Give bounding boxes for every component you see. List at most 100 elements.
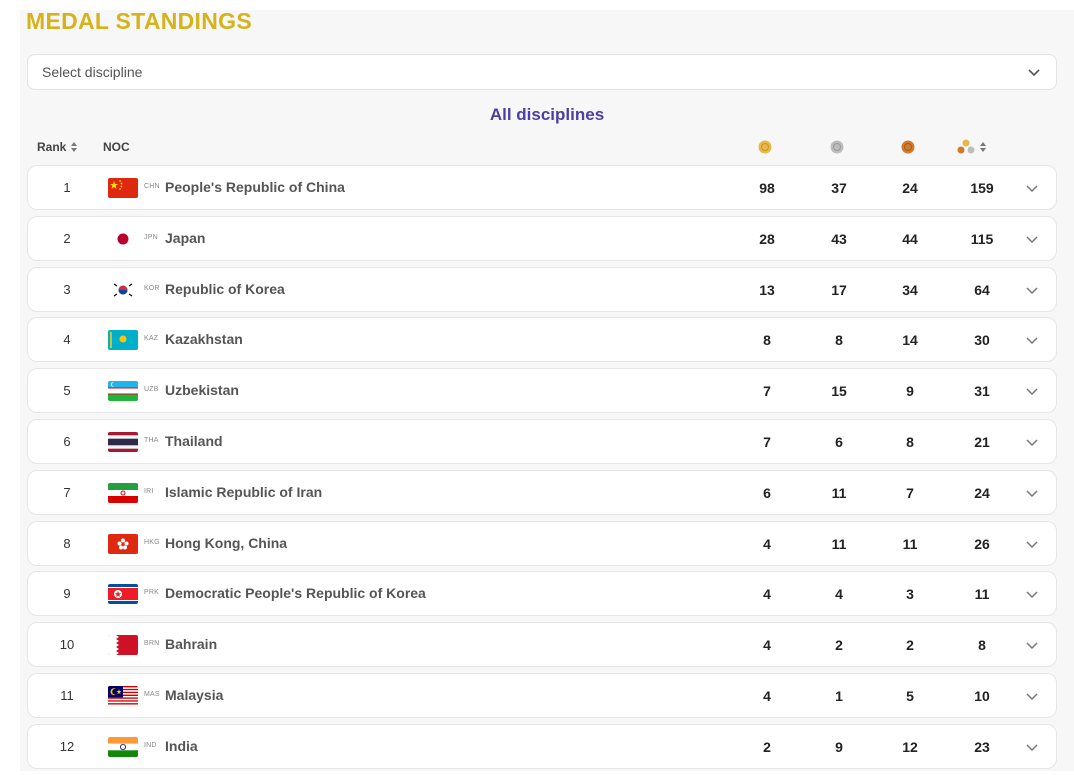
bronze-count: 14 [902, 332, 918, 349]
table-row[interactable]: 7 IRI Islamic Republic of Iran 6 11 7 24 [27, 469, 1057, 515]
gold-count: 7 [763, 433, 771, 450]
noc-code: JPN [144, 233, 158, 241]
bronze-count: 11 [902, 535, 918, 552]
noc-code: IRI [144, 487, 154, 495]
table-row[interactable]: 4 KAZ Kazakhstan 8 8 14 30 [27, 317, 1057, 363]
total-count: 10 [974, 687, 990, 704]
rank-cell: 6 [63, 433, 71, 449]
total-count: 24 [974, 484, 990, 501]
table-row[interactable]: 9 PRK Democratic People's Republic of Kore… [27, 571, 1057, 617]
country-name: Republic of Korea [165, 280, 285, 297]
country-flag-icon [108, 635, 138, 656]
chevron-down-icon[interactable] [1024, 231, 1040, 247]
chevron-down-icon[interactable] [1024, 536, 1040, 552]
silver-count: 6 [835, 433, 843, 450]
total-count: 26 [974, 535, 990, 552]
silver-count: 2 [835, 637, 843, 654]
country-name: Malaysia [165, 686, 224, 703]
gold-count: 6 [763, 484, 771, 501]
silver-count: 11 [831, 484, 847, 501]
chevron-down-icon[interactable] [1024, 383, 1040, 399]
table-row[interactable]: 11 MAS Malaysia 4 1 5 10 [27, 672, 1057, 718]
country-name: People's Republic of China [165, 179, 345, 195]
noc-code: UZB [144, 386, 159, 394]
chevron-down-icon[interactable] [1024, 586, 1040, 602]
gold-count: 4 [763, 637, 771, 654]
table-row[interactable]: 6 THA Thailand 7 6 8 21 [27, 418, 1057, 464]
gold-count: 98 [759, 180, 775, 196]
table-header: Rank NOC [27, 138, 1057, 158]
country-flag-icon [108, 736, 138, 757]
rank-cell: 9 [63, 586, 71, 602]
table-row[interactable]: 8 HKG Hong Kong, China 4 11 11 26 [27, 520, 1057, 566]
country-name: Democratic People's Republic of Korea [165, 585, 426, 602]
silver-count: 43 [831, 230, 847, 247]
gold-count: 4 [763, 535, 771, 552]
gold-count: 13 [759, 281, 775, 298]
country-name: Bahrain [165, 636, 218, 653]
silver-count: 37 [831, 180, 847, 196]
chevron-down-icon[interactable] [1024, 688, 1040, 704]
gold-count: 8 [763, 332, 771, 349]
rank-cell: 10 [59, 637, 75, 653]
silver-count: 15 [831, 383, 847, 400]
chevron-down-icon[interactable] [1024, 739, 1040, 755]
bronze-medal-icon [901, 140, 915, 154]
country-name: Japan [165, 229, 206, 246]
noc-code: MAS [144, 690, 160, 698]
silver-count: 9 [835, 738, 843, 755]
rank-cell: 5 [63, 383, 71, 399]
country-flag-icon [108, 330, 138, 351]
country-flag-icon [108, 381, 138, 402]
medal-standings-panel: MEDAL STANDINGS Select discipline All di… [20, 8, 1074, 771]
country-flag-icon [108, 482, 138, 503]
silver-count: 8 [835, 332, 843, 349]
table-row[interactable]: 12 IND India 2 9 12 23 [27, 723, 1057, 769]
chevron-down-icon[interactable] [1024, 180, 1040, 196]
noc-code: KOR [144, 284, 160, 292]
rank-cell: 4 [63, 332, 71, 348]
gold-count: 4 [763, 586, 771, 603]
chevron-down-icon[interactable] [1024, 637, 1040, 653]
total-count: 8 [978, 637, 986, 654]
total-count: 159 [970, 180, 994, 196]
table-row[interactable]: 10 BRN Bahrain 4 2 2 8 [27, 622, 1057, 668]
rank-cell: 2 [63, 230, 71, 246]
chevron-down-icon[interactable] [1024, 332, 1040, 348]
rank-cell: 7 [63, 484, 71, 500]
total-count: 21 [974, 433, 990, 450]
bronze-count: 44 [902, 230, 918, 247]
total-count: 115 [970, 230, 994, 247]
silver-count: 1 [835, 687, 843, 704]
country-name: India [165, 737, 198, 754]
noc-header-label: NOC [103, 140, 130, 154]
silver-medal-icon [830, 140, 844, 154]
country-flag-icon [108, 533, 138, 554]
rank-sort-header[interactable]: Rank [37, 140, 78, 154]
noc-code: HKG [144, 538, 160, 546]
country-flag-icon [108, 178, 138, 198]
gold-count: 2 [763, 738, 771, 755]
noc-code: CHN [144, 183, 160, 190]
chevron-down-icon[interactable] [1024, 282, 1040, 298]
gold-count: 7 [763, 383, 771, 400]
total-sort-header[interactable] [957, 139, 987, 155]
country-name: Hong Kong, China [165, 534, 288, 551]
bronze-count: 5 [906, 687, 914, 704]
bronze-count: 7 [906, 484, 914, 501]
country-flag-icon [108, 584, 138, 605]
bronze-count: 2 [906, 637, 914, 654]
discipline-select[interactable]: Select discipline [27, 54, 1057, 90]
chevron-down-icon[interactable] [1024, 434, 1040, 450]
silver-count: 11 [831, 535, 847, 552]
rank-header-label: Rank [37, 140, 67, 154]
chevron-down-icon[interactable] [1024, 485, 1040, 501]
country-name: Kazakhstan [165, 331, 243, 348]
table-row[interactable]: 5 UZB Uzbekistan 7 15 9 31 [27, 368, 1057, 414]
total-count: 31 [974, 383, 990, 400]
noc-code: THA [144, 436, 159, 444]
table-row[interactable]: 3 KOR Republic of Korea 13 17 34 64 [27, 266, 1057, 312]
table-row[interactable]: 2 JPN Japan 28 43 44 115 [27, 215, 1057, 261]
gold-count: 28 [759, 230, 775, 247]
table-row[interactable]: 1 CHN People's Republic of China 98 37 24 159 [27, 165, 1057, 210]
